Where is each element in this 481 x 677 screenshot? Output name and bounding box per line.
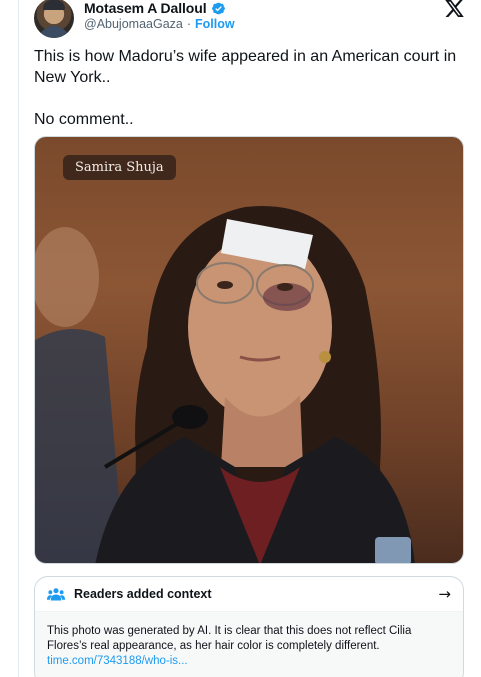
tweet-text-line2: No comment.. xyxy=(34,111,134,128)
x-logo-icon[interactable] xyxy=(445,0,464,17)
context-source-link[interactable]: time.com/7343188/who-is... xyxy=(47,654,451,669)
photo-illustration xyxy=(35,206,415,563)
separator-dot: · xyxy=(186,17,192,31)
arrow-right-icon[interactable]: → xyxy=(438,585,451,603)
author-handle-row: @AbujomaaGaza · Follow xyxy=(84,17,235,31)
context-header[interactable]: Readers added context → xyxy=(35,577,463,612)
context-body: This photo was generated by AI. It is cl… xyxy=(35,612,463,677)
context-title: Readers added context xyxy=(74,587,212,601)
avatar-cap xyxy=(43,0,65,10)
avatar-shirt xyxy=(38,26,70,38)
follow-button[interactable]: Follow xyxy=(195,17,235,31)
verified-badge-icon xyxy=(211,2,225,14)
avatar[interactable] xyxy=(34,0,74,38)
readers-context-card[interactable]: Readers added context → This photo was g… xyxy=(34,576,464,677)
author-name[interactable]: Motasem A Dalloul xyxy=(84,0,207,16)
tweet-text-line1: This is how Madoru’s wife appeared in an… xyxy=(34,48,457,86)
tweet-photo[interactable]: Samira Shuja xyxy=(34,136,464,564)
photo-watermark: Samira Shuja xyxy=(63,155,176,180)
tweet-card: Motasem A Dalloul @AbujomaaGaza · Follow… xyxy=(18,0,481,677)
author-name-row: Motasem A Dalloul xyxy=(84,0,226,16)
community-notes-icon xyxy=(47,587,65,600)
context-text: This photo was generated by AI. It is cl… xyxy=(47,625,412,652)
author-handle[interactable]: @AbujomaaGaza xyxy=(84,17,183,31)
